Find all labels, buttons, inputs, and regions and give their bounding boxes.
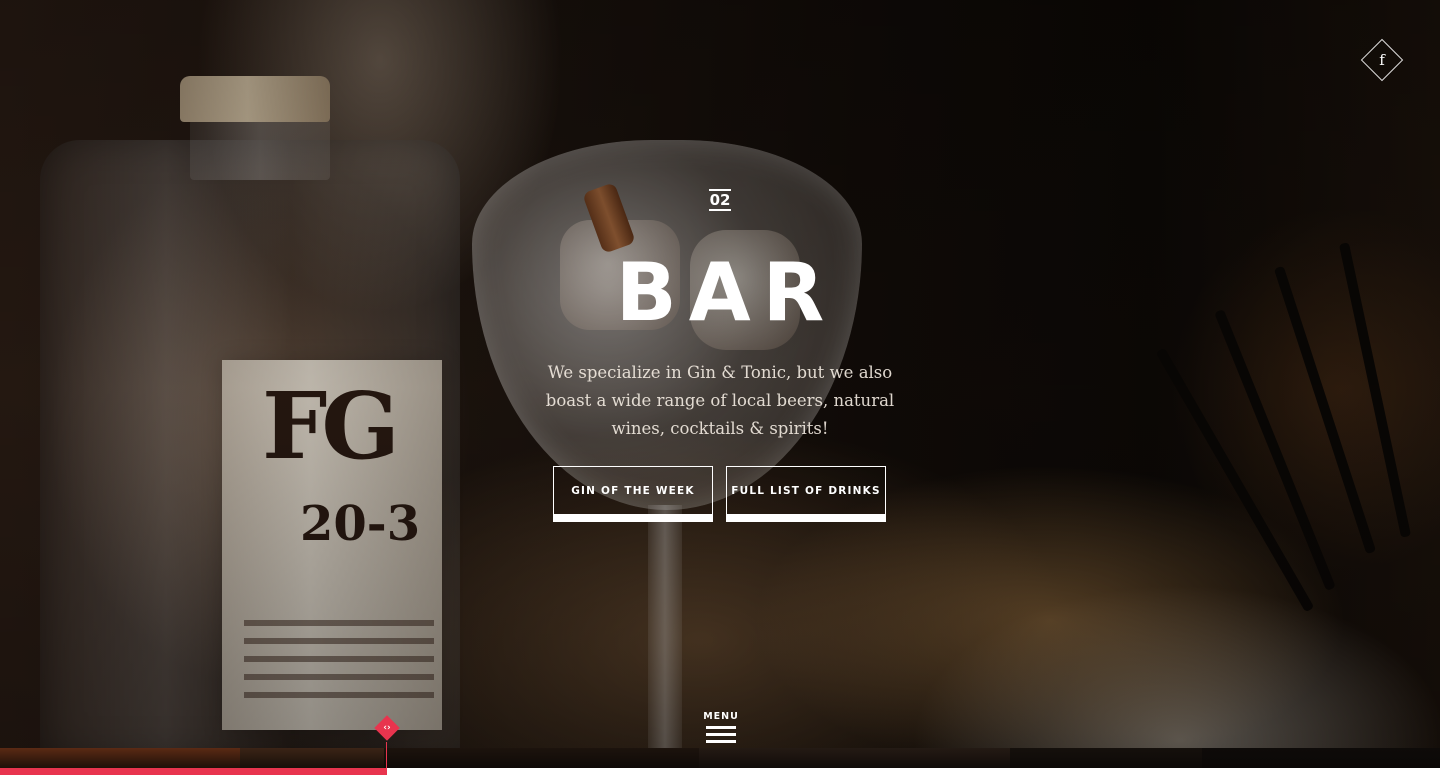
drag-handle-icon: ‹›	[383, 723, 391, 733]
section-number-text: 02	[708, 189, 732, 211]
progress-marker-line	[386, 742, 387, 775]
drag-handle[interactable]: ‹›	[374, 715, 400, 741]
full-list-of-drinks-button[interactable]: FULL LIST OF DRINKS	[726, 466, 886, 522]
section-description: We specialize in Gin & Tonic, but we als…	[545, 363, 895, 438]
progress-fill	[0, 768, 387, 775]
section-number: 02	[700, 189, 740, 211]
menu-label: MENU	[703, 711, 739, 722]
page-title: BAR	[615, 246, 837, 339]
menu-button[interactable]: MENU	[700, 711, 742, 747]
hamburger-icon	[706, 726, 736, 747]
facebook-icon: f	[1379, 51, 1385, 69]
page: FG 20-3 f 02 BAR We specialize in Gin & …	[0, 0, 1440, 775]
gin-of-the-week-button[interactable]: GIN OF THE WEEK	[553, 466, 713, 522]
